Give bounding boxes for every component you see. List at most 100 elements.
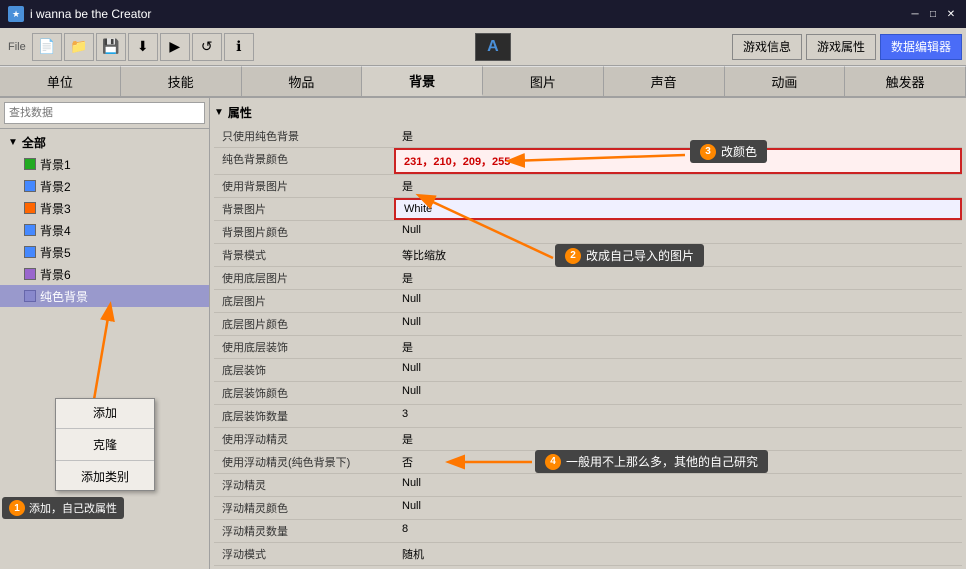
toolbar-download[interactable]: ⬇ xyxy=(128,33,158,61)
prop-value-10[interactable]: Null xyxy=(394,359,962,381)
data-editor-button[interactable]: 数据编辑器 xyxy=(880,34,962,60)
title-bar: ★ i wanna be the Creator ─ □ ✕ xyxy=(0,0,966,28)
context-divider-2 xyxy=(56,460,154,461)
app-logo: A xyxy=(475,33,511,61)
prop-value-18[interactable]: 随机 xyxy=(394,543,962,565)
prop-value-17[interactable]: 8 xyxy=(394,520,962,542)
maximize-button[interactable]: □ xyxy=(926,7,940,21)
prop-row-3: 背景图片 White xyxy=(214,198,962,221)
color-dot-bg2 xyxy=(24,180,36,192)
window-title: i wanna be the Creator xyxy=(30,7,151,21)
prop-value-15[interactable]: Null xyxy=(394,474,962,496)
tab-trigger[interactable]: 触发器 xyxy=(845,66,966,96)
tree-label-bg3: 背景3 xyxy=(40,200,71,217)
prop-name-1: 纯色背景颜色 xyxy=(214,148,394,174)
app-icon: ★ xyxy=(8,6,24,22)
prop-value-8[interactable]: Null xyxy=(394,313,962,335)
prop-value-13[interactable]: 是 xyxy=(394,428,962,450)
prop-row-1: 纯色背景颜色 231，210，209，255 xyxy=(214,148,962,175)
prop-value-12[interactable]: 3 xyxy=(394,405,962,427)
tree-item-bg1[interactable]: 背景1 xyxy=(0,153,209,175)
toolbar-open[interactable]: 📁 xyxy=(64,33,94,61)
tab-skills[interactable]: 技能 xyxy=(121,66,242,96)
callout-1: 1 添加，自己改属性 xyxy=(2,497,124,519)
prop-value-9[interactable]: 是 xyxy=(394,336,962,358)
main-content: ▼ 全部 背景1 背景2 背景3 背景4 背景5 xyxy=(0,98,966,569)
prop-row-2: 使用背景图片 是 xyxy=(214,175,962,198)
prop-row-0: 只使用纯色背景 是 xyxy=(214,125,962,148)
tree-item-root[interactable]: ▼ 全部 xyxy=(0,131,209,153)
context-clone[interactable]: 克隆 xyxy=(56,431,154,458)
context-divider-1 xyxy=(56,428,154,429)
tree-label-bg4: 背景4 xyxy=(40,222,71,239)
prop-name-18: 浮动模式 xyxy=(214,543,394,565)
panel-arrow: ▼ xyxy=(214,107,224,118)
prop-name-10: 底层装饰 xyxy=(214,359,394,381)
tree-label-bg1: 背景1 xyxy=(40,156,71,173)
toolbar-save[interactable]: 💾 xyxy=(96,33,126,61)
tab-items[interactable]: 物品 xyxy=(242,66,363,96)
toolbar-play[interactable]: ▶ xyxy=(160,33,190,61)
tab-bar: 单位 技能 物品 背景 图片 声音 动画 触发器 xyxy=(0,66,966,98)
prop-row-17: 浮动精灵数量 8 xyxy=(214,520,962,543)
minimize-button[interactable]: ─ xyxy=(908,7,922,21)
prop-row-13: 使用浮动精灵 是 xyxy=(214,428,962,451)
prop-value-6[interactable]: 是 xyxy=(394,267,962,289)
toolbar-left: File 📄 📁 💾 ⬇ ▶ ↺ ℹ xyxy=(4,33,254,61)
tree-item-bg4[interactable]: 背景4 xyxy=(0,219,209,241)
prop-value-11[interactable]: Null xyxy=(394,382,962,404)
tab-sound[interactable]: 声音 xyxy=(604,66,725,96)
prop-table: 只使用纯色背景 是 纯色背景颜色 231，210，209，255 使用背景图片 … xyxy=(214,125,962,569)
tree-item-bg2[interactable]: 背景2 xyxy=(0,175,209,197)
tree-item-solid-bg[interactable]: 纯色背景 xyxy=(0,285,209,307)
color-dot-bg6 xyxy=(24,268,36,280)
game-info-button[interactable]: 游戏信息 xyxy=(732,34,802,60)
prop-value-4[interactable]: Null xyxy=(394,221,962,243)
prop-row-7: 底层图片 Null xyxy=(214,290,962,313)
prop-name-2: 使用背景图片 xyxy=(214,175,394,197)
toolbar-new[interactable]: 📄 xyxy=(32,33,62,61)
tree-label-root: 全部 xyxy=(22,134,46,151)
toolbar-refresh[interactable]: ↺ xyxy=(192,33,222,61)
tree-label-solid-bg: 纯色背景 xyxy=(40,288,88,305)
prop-value-0[interactable]: 是 xyxy=(394,125,962,147)
prop-row-15: 浮动精灵 Null xyxy=(214,474,962,497)
prop-value-2[interactable]: 是 xyxy=(394,175,962,197)
search-input[interactable] xyxy=(4,102,205,124)
properties-panel: ▼ 属性 只使用纯色背景 是 纯色背景颜色 231，210，209，255 使用… xyxy=(210,98,966,569)
callout-num-1: 1 xyxy=(9,500,25,516)
prop-name-9: 使用底层装饰 xyxy=(214,336,394,358)
tree-item-bg6[interactable]: 背景6 xyxy=(0,263,209,285)
prop-name-14: 使用浮动精灵(纯色背景下) xyxy=(214,451,394,473)
prop-name-6: 使用底层图片 xyxy=(214,267,394,289)
search-box xyxy=(0,98,209,129)
close-button[interactable]: ✕ xyxy=(944,7,958,21)
prop-name-5: 背景模式 xyxy=(214,244,394,266)
toolbar-info[interactable]: ℹ xyxy=(224,33,254,61)
prop-row-8: 底层图片颜色 Null xyxy=(214,313,962,336)
color-dot-solid-bg xyxy=(24,290,36,302)
context-add-category[interactable]: 添加类别 xyxy=(56,463,154,490)
color-dot-bg3 xyxy=(24,202,36,214)
context-add[interactable]: 添加 xyxy=(56,399,154,426)
prop-value-3[interactable]: White xyxy=(394,198,962,220)
tab-background[interactable]: 背景 xyxy=(362,66,483,96)
tab-images[interactable]: 图片 xyxy=(483,66,604,96)
tree-arrow-root: ▼ xyxy=(8,137,18,148)
prop-value-14[interactable]: 否 xyxy=(394,451,962,473)
file-label: File xyxy=(4,41,30,53)
prop-name-4: 背景图片颜色 xyxy=(214,221,394,243)
prop-name-15: 浮动精灵 xyxy=(214,474,394,496)
game-props-button[interactable]: 游戏属性 xyxy=(806,34,876,60)
tree-item-bg5[interactable]: 背景5 xyxy=(0,241,209,263)
prop-value-1[interactable]: 231，210，209，255 xyxy=(394,148,962,174)
prop-value-5[interactable]: 等比缩放 xyxy=(394,244,962,266)
prop-row-5: 背景模式 等比缩放 xyxy=(214,244,962,267)
prop-row-10: 底层装饰 Null xyxy=(214,359,962,382)
tab-units[interactable]: 单位 xyxy=(0,66,121,96)
prop-value-7[interactable]: Null xyxy=(394,290,962,312)
tab-animation[interactable]: 动画 xyxy=(725,66,846,96)
prop-name-11: 底层装饰颜色 xyxy=(214,382,394,404)
prop-value-16[interactable]: Null xyxy=(394,497,962,519)
tree-item-bg3[interactable]: 背景3 xyxy=(0,197,209,219)
